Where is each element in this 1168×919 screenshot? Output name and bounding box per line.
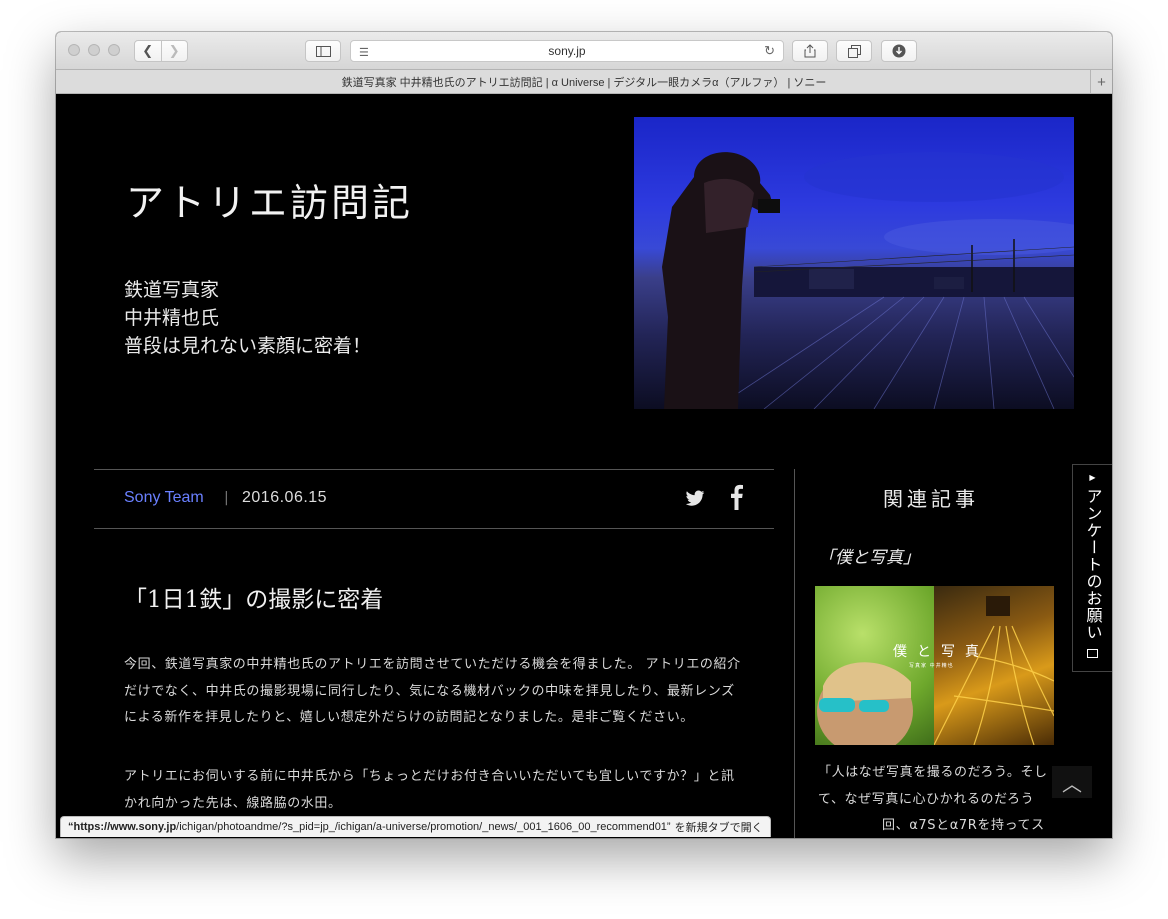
publish-date: 2016.06.15 bbox=[242, 489, 328, 506]
hero-subtitle-line: 中井精也氏 bbox=[124, 307, 220, 329]
page-title: アトリエ訪問記 bbox=[126, 181, 414, 225]
hero-subtitle: 鉄道写真家 中井精也氏 普段は見れない素顔に密着！ bbox=[124, 276, 371, 360]
reader-icon[interactable]: ☰ bbox=[359, 46, 369, 59]
meta-divider-top bbox=[94, 469, 774, 470]
survey-tab[interactable]: ▶ アンケートのお願い bbox=[1072, 464, 1112, 672]
sidebar-divider bbox=[794, 469, 795, 838]
tabs-icon bbox=[847, 44, 861, 58]
paragraph-line: かれ向かった先は、線路脇の水田。 bbox=[124, 795, 342, 811]
hero-subtitle-line: 普段は見れない素顔に密着！ bbox=[124, 335, 372, 357]
history-nav: ❮ ❯ bbox=[134, 40, 188, 62]
caret-right-icon: ▶ bbox=[1089, 473, 1096, 482]
reload-icon[interactable]: ↻ bbox=[764, 43, 775, 59]
paragraph-line: による新作を拝見したりと、嬉しい想定外だらけの訪問記となりました。是非ご覧くださ… bbox=[124, 710, 694, 725]
forward-icon[interactable]: ❯ bbox=[160, 41, 188, 61]
related-article-thumbnail[interactable]: 僕と写真 写真家 中井精也 bbox=[815, 586, 1054, 745]
close-window-button[interactable] bbox=[68, 44, 80, 56]
thumbnail-label: 僕と写真 bbox=[893, 644, 989, 660]
hero-subtitle-line: 鉄道写真家 bbox=[124, 279, 220, 301]
browser-toolbar: ❮ ❯ ☰ sony.jp ↻ bbox=[56, 32, 1112, 70]
chevron-up-icon: ︿ bbox=[1062, 771, 1082, 796]
status-action: を新規タブで開く bbox=[674, 822, 763, 834]
article-paragraph: アトリエにお伺いする前に中井氏から「ちょっとだけお付き合いいただいても宜しいです… bbox=[124, 764, 744, 817]
article-heading: 「1日1鉄」の撮影に密着 bbox=[124, 587, 384, 613]
related-article-excerpt: 「人はなぜ写真を撮るのだろう。そし て、なぜ写真に心ひかれるのだろう 回、α7S… bbox=[818, 760, 1050, 838]
twitter-share-icon[interactable] bbox=[684, 487, 706, 509]
facebook-share-icon[interactable] bbox=[728, 484, 744, 510]
minimize-window-button[interactable] bbox=[88, 44, 100, 56]
paragraph-line: だけでなく、中井氏の撮影現場に同行したり、気になる機材バックの中味を拝見したり、… bbox=[124, 683, 735, 699]
back-to-top-button[interactable]: ︿ bbox=[1052, 766, 1092, 798]
article-paragraph: 今回、鉄道写真家の中井精也氏のアトリエを訪問させていただける機会を得ました。 ア… bbox=[124, 652, 744, 732]
status-url-path: /ichigan/photoandme/?s_pid=jp_/ichigan/a… bbox=[176, 821, 671, 833]
thumbnail-caption: 写真家 中井精也 bbox=[909, 663, 954, 669]
tabs-overview-button[interactable] bbox=[836, 40, 872, 62]
excerpt-line: 「人はなぜ写真を撮るのだろう。そし bbox=[818, 765, 1048, 780]
share-icon bbox=[804, 44, 816, 58]
hero-photo bbox=[634, 117, 1074, 409]
downloads-button[interactable] bbox=[881, 40, 917, 62]
meta-separator: | bbox=[224, 490, 229, 506]
paragraph-line: 今回、鉄道写真家の中井精也氏のアトリエを訪問させていただける機会を得ました。 ア… bbox=[124, 657, 741, 672]
share-button[interactable] bbox=[792, 40, 828, 62]
meta-divider-bottom bbox=[94, 528, 774, 529]
status-url-host: “https://www.sony.jp bbox=[68, 821, 177, 833]
tab-title[interactable]: 鉄道写真家 中井精也氏のアトリエ訪問記 | α Universe | デジタル一… bbox=[342, 74, 827, 90]
author-link[interactable]: Sony Team bbox=[124, 489, 204, 507]
related-article-title[interactable]: 「僕と写真」 bbox=[818, 543, 920, 568]
excerpt-line: て、なぜ写真に心ひかれるのだろう bbox=[818, 791, 1035, 807]
download-icon bbox=[892, 44, 906, 58]
address-text: sony.jp bbox=[548, 44, 586, 58]
excerpt-line: 回、α7Sとα7Rを持ってスイ bbox=[882, 818, 1045, 833]
photographer-silhouette-image bbox=[662, 152, 1074, 409]
link-status-bar: “https://www.sony.jp /ichigan/photoandme… bbox=[60, 816, 771, 837]
tab-bar: 鉄道写真家 中井精也氏のアトリエ訪問記 | α Universe | デジタル一… bbox=[56, 70, 1112, 94]
survey-label: アンケートのお願い bbox=[1083, 488, 1103, 641]
address-bar[interactable]: ☰ sony.jp ↻ bbox=[350, 40, 784, 62]
new-tab-icon[interactable]: + bbox=[1090, 70, 1112, 94]
related-articles-title: 関連記事 bbox=[883, 487, 979, 511]
browser-window: ❮ ❯ ☰ sony.jp ↻ 鉄道写真家 中井精也氏のアトリエ訪問記 | α … bbox=[56, 32, 1112, 838]
page-content: アトリエ訪問記 鉄道写真家 中井精也氏 普段は見れない素顔に密着！ Sony T… bbox=[56, 94, 1112, 838]
sidebar-icon bbox=[315, 45, 331, 57]
external-window-icon bbox=[1087, 649, 1098, 658]
sidebar-toggle-button[interactable] bbox=[305, 40, 341, 62]
paragraph-line: アトリエにお伺いする前に中井氏から「ちょっとだけお付き合いいただいても宜しいです… bbox=[124, 769, 735, 784]
back-icon[interactable]: ❮ bbox=[135, 41, 161, 61]
zoom-window-button[interactable] bbox=[108, 44, 120, 56]
